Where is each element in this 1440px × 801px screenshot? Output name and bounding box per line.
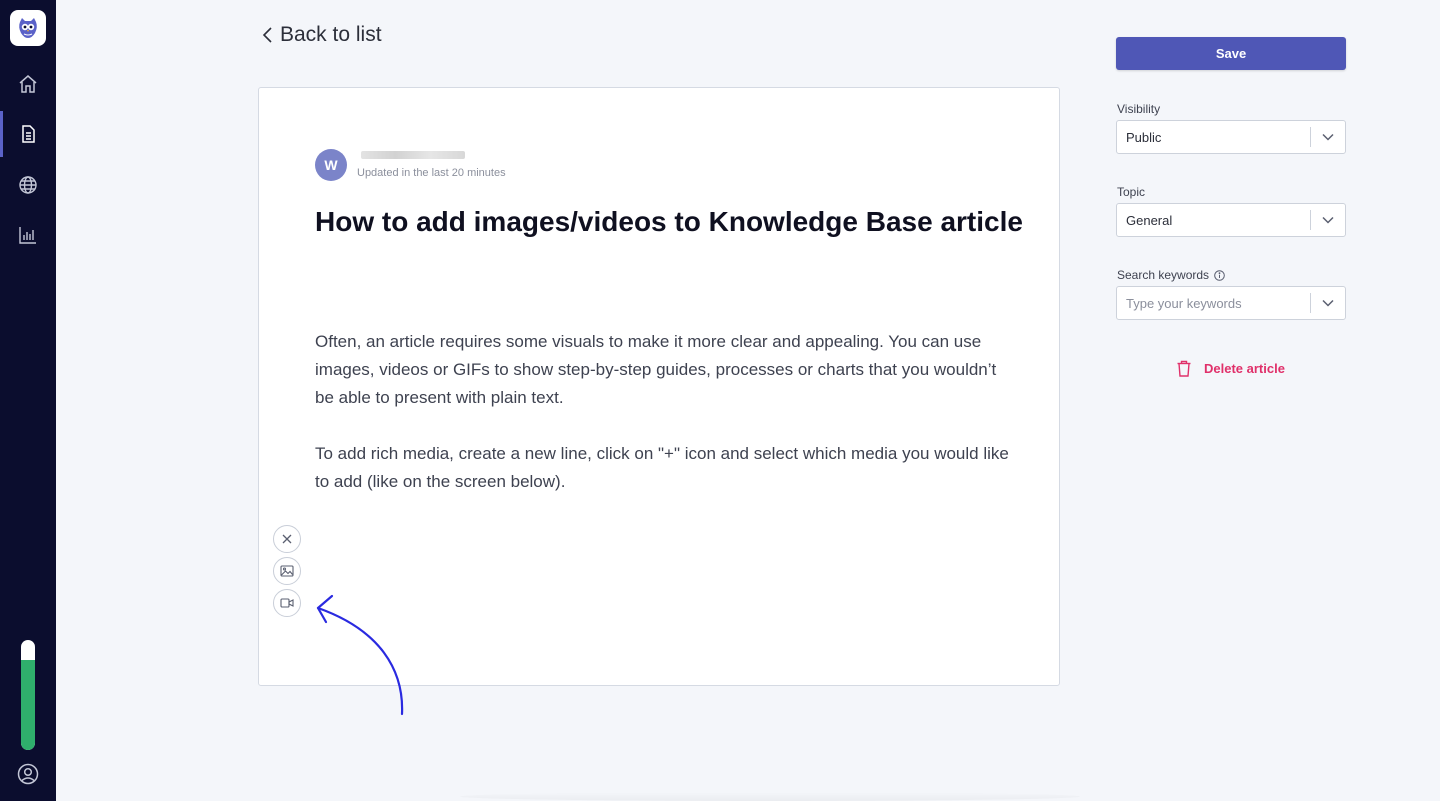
trash-icon (1177, 360, 1191, 377)
bar-chart-icon (19, 227, 36, 244)
info-icon[interactable] (1214, 269, 1225, 281)
author-avatar: W (315, 149, 347, 181)
chevron-down-icon[interactable] (1311, 133, 1345, 141)
usage-meter-fill (21, 659, 35, 750)
article-paragraph[interactable]: Often, an article requires some visuals … (315, 328, 1015, 412)
keywords-label: Search keywords (1117, 268, 1225, 282)
annotation-arrow (316, 594, 404, 716)
chevron-down-icon[interactable] (1311, 299, 1345, 307)
topic-label-text: Topic (1117, 185, 1146, 199)
author-name-redacted (361, 151, 465, 159)
video-icon (280, 598, 294, 608)
article-paragraph[interactable]: To add rich media, create a new line, cl… (315, 440, 1015, 496)
sidebar-item-reports[interactable] (0, 212, 56, 258)
topic-value: General (1126, 212, 1173, 228)
delete-article-label: Delete article (1204, 360, 1285, 376)
add-video-button[interactable] (273, 589, 301, 617)
sidebar-item-web[interactable] (0, 162, 56, 208)
image-icon (280, 565, 294, 577)
visibility-select[interactable]: Public (1116, 120, 1346, 154)
back-to-list-link[interactable]: Back to list (262, 22, 382, 48)
close-media-menu-button[interactable] (273, 525, 301, 553)
home-icon (19, 75, 37, 93)
chevron-down-icon[interactable] (1311, 216, 1345, 224)
sidebar-item-home[interactable] (0, 61, 56, 107)
visibility-value: Public (1126, 129, 1162, 145)
back-link-label: Back to list (280, 23, 382, 46)
keywords-label-text: Search keywords (1117, 268, 1210, 282)
document-icon (22, 125, 35, 143)
updated-timestamp: Updated in the last 20 minutes (357, 167, 506, 179)
visibility-label-text: Visibility (1117, 102, 1161, 116)
chevron-left-icon (262, 27, 272, 43)
keywords-select[interactable]: Type your keywords (1116, 286, 1346, 320)
save-button[interactable]: Save (1116, 37, 1346, 70)
sidebar-item-articles[interactable] (0, 111, 56, 157)
bottom-shadow (460, 792, 1080, 801)
topic-select[interactable]: General (1116, 203, 1346, 237)
user-icon (17, 763, 39, 785)
owl-logo-icon[interactable] (10, 10, 46, 46)
keywords-placeholder[interactable]: Type your keywords (1117, 296, 1310, 311)
close-icon (282, 534, 292, 544)
delete-article-button[interactable]: Delete article (1176, 358, 1285, 378)
topic-label: Topic (1117, 185, 1145, 199)
globe-icon (19, 176, 37, 194)
add-image-button[interactable] (273, 557, 301, 585)
visibility-label: Visibility (1117, 102, 1160, 116)
profile-button[interactable] (16, 762, 40, 786)
usage-meter (21, 640, 35, 750)
sidebar (0, 0, 56, 801)
article-title[interactable]: How to add images/videos to Knowledge Ba… (315, 206, 1023, 238)
